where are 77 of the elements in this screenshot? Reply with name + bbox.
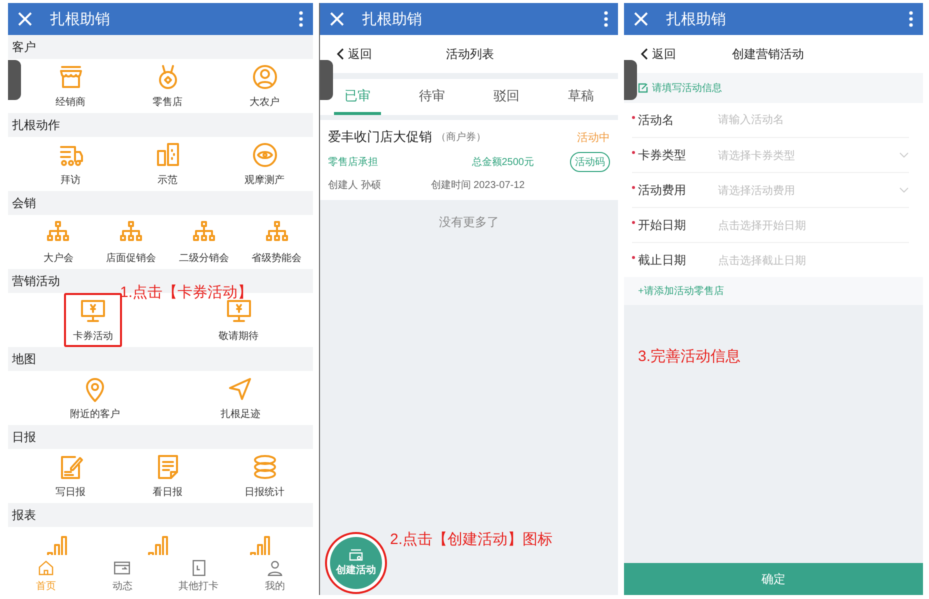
side-handle[interactable] [320, 60, 333, 100]
chevron-left-icon [336, 48, 344, 60]
menu-item[interactable]: 看日报 [119, 449, 216, 503]
close-icon[interactable] [330, 12, 344, 26]
menu-item[interactable]: 写日报 [22, 449, 119, 503]
status-tab[interactable]: 驳回 [483, 79, 530, 115]
app-title: 扎根助销 [666, 10, 726, 28]
annotation-text: 2.点击【创建活动】图标 [390, 530, 553, 549]
clock-card-icon [190, 559, 208, 577]
menu-item[interactable]: 省级势能会 [240, 215, 313, 269]
menu-item[interactable]: 观摩测产 [216, 137, 313, 191]
bottom-tab[interactable]: 我的 [236, 555, 313, 595]
chevron-down-icon [899, 152, 909, 158]
menu-item[interactable]: 店面促销会 [94, 215, 168, 269]
form-hint: 请填写活动信息 [652, 82, 722, 95]
section-header: 报表 [8, 503, 313, 527]
bottom-tab[interactable]: 动态 [84, 555, 160, 595]
home-icon [37, 559, 56, 577]
close-icon[interactable] [18, 12, 32, 26]
app-title: 扎根助销 [362, 10, 422, 28]
field-label: 活动名 [638, 112, 675, 128]
menu-item[interactable]: 拜访 [22, 137, 119, 191]
inbox-icon [113, 559, 132, 577]
field-label: 卡券类型 [638, 146, 687, 164]
menu-item[interactable]: 扎根足迹 [168, 371, 313, 425]
monitor-icon [224, 297, 252, 325]
activity-card[interactable]: 爱丰收门店大促销 （商户券） 活动中 零售店承担 总金额2500元 活动码 创建人 孙硕 创建时间 2023-07-12 [320, 120, 618, 200]
side-handle[interactable] [624, 60, 637, 100]
annotation-text: 3.完善活动信息 [638, 347, 741, 366]
end-of-list-text: 没有更多了 [438, 214, 500, 231]
chevron-left-icon [640, 48, 648, 60]
menu-item[interactable]: 日报统计 [216, 449, 313, 503]
menu-item[interactable]: 大户会 [22, 215, 95, 269]
field-label: 活动费用 [638, 182, 687, 198]
field-label: 截止日期 [638, 252, 687, 268]
menu-icon[interactable] [604, 11, 608, 27]
menu-item[interactable]: 大农户 [216, 59, 313, 113]
cost-bearer: 零售店承担 [328, 156, 378, 169]
menu-item[interactable]: 零售店 [119, 59, 216, 113]
menu-item[interactable]: 卡券活动 [64, 293, 122, 347]
menu-item[interactable]: 附近的客户 [22, 371, 168, 425]
input-field[interactable]: 请输入活动名 [718, 107, 909, 133]
section-header: 日报 [8, 425, 313, 449]
section-header: 会销 [8, 191, 313, 215]
back-button[interactable]: 返回 [336, 46, 396, 62]
chevron-down-icon [899, 187, 909, 193]
status-tab[interactable]: 待审 [408, 79, 455, 115]
section-header: 客户 [8, 35, 313, 59]
total-amount: 总金额2500元 [472, 156, 534, 169]
edit-icon [638, 83, 648, 93]
store-icon [349, 549, 363, 561]
field-label: 开始日期 [638, 216, 687, 234]
side-handle[interactable] [8, 60, 21, 100]
status-tab[interactable]: 草稿 [558, 79, 604, 115]
creator: 创建人 孙硕 [328, 178, 381, 192]
coupon-type: （商户券） [436, 130, 486, 144]
menu-item[interactable]: 经销商 [22, 59, 119, 113]
menu-icon[interactable] [909, 11, 913, 27]
created-time: 创建时间 2023-07-12 [430, 178, 525, 192]
person-icon [250, 63, 278, 91]
app-title: 扎根助销 [50, 10, 110, 28]
monitor-icon [79, 297, 107, 325]
menu-item[interactable]: 示范 [119, 137, 216, 191]
bottom-tab[interactable]: 其他打卡 [160, 555, 237, 595]
back-button[interactable]: 返回 [640, 46, 700, 62]
page-title: 活动列表 [446, 46, 494, 62]
activity-title: 爱丰收门店大促销 [328, 128, 432, 146]
eye-icon [250, 141, 278, 169]
menu-item[interactable]: 二级分销会 [168, 215, 240, 269]
menu-icon[interactable] [299, 11, 303, 27]
page-title: 创建营销活动 [732, 46, 804, 62]
annotation-text: 1.点击【卡券活动】 [120, 283, 253, 302]
close-icon[interactable] [634, 12, 648, 26]
section-header: 地图 [8, 347, 313, 371]
section-header: 扎根动作 [8, 113, 313, 137]
activity-status: 活动中 [577, 130, 610, 144]
person-icon [266, 559, 284, 577]
